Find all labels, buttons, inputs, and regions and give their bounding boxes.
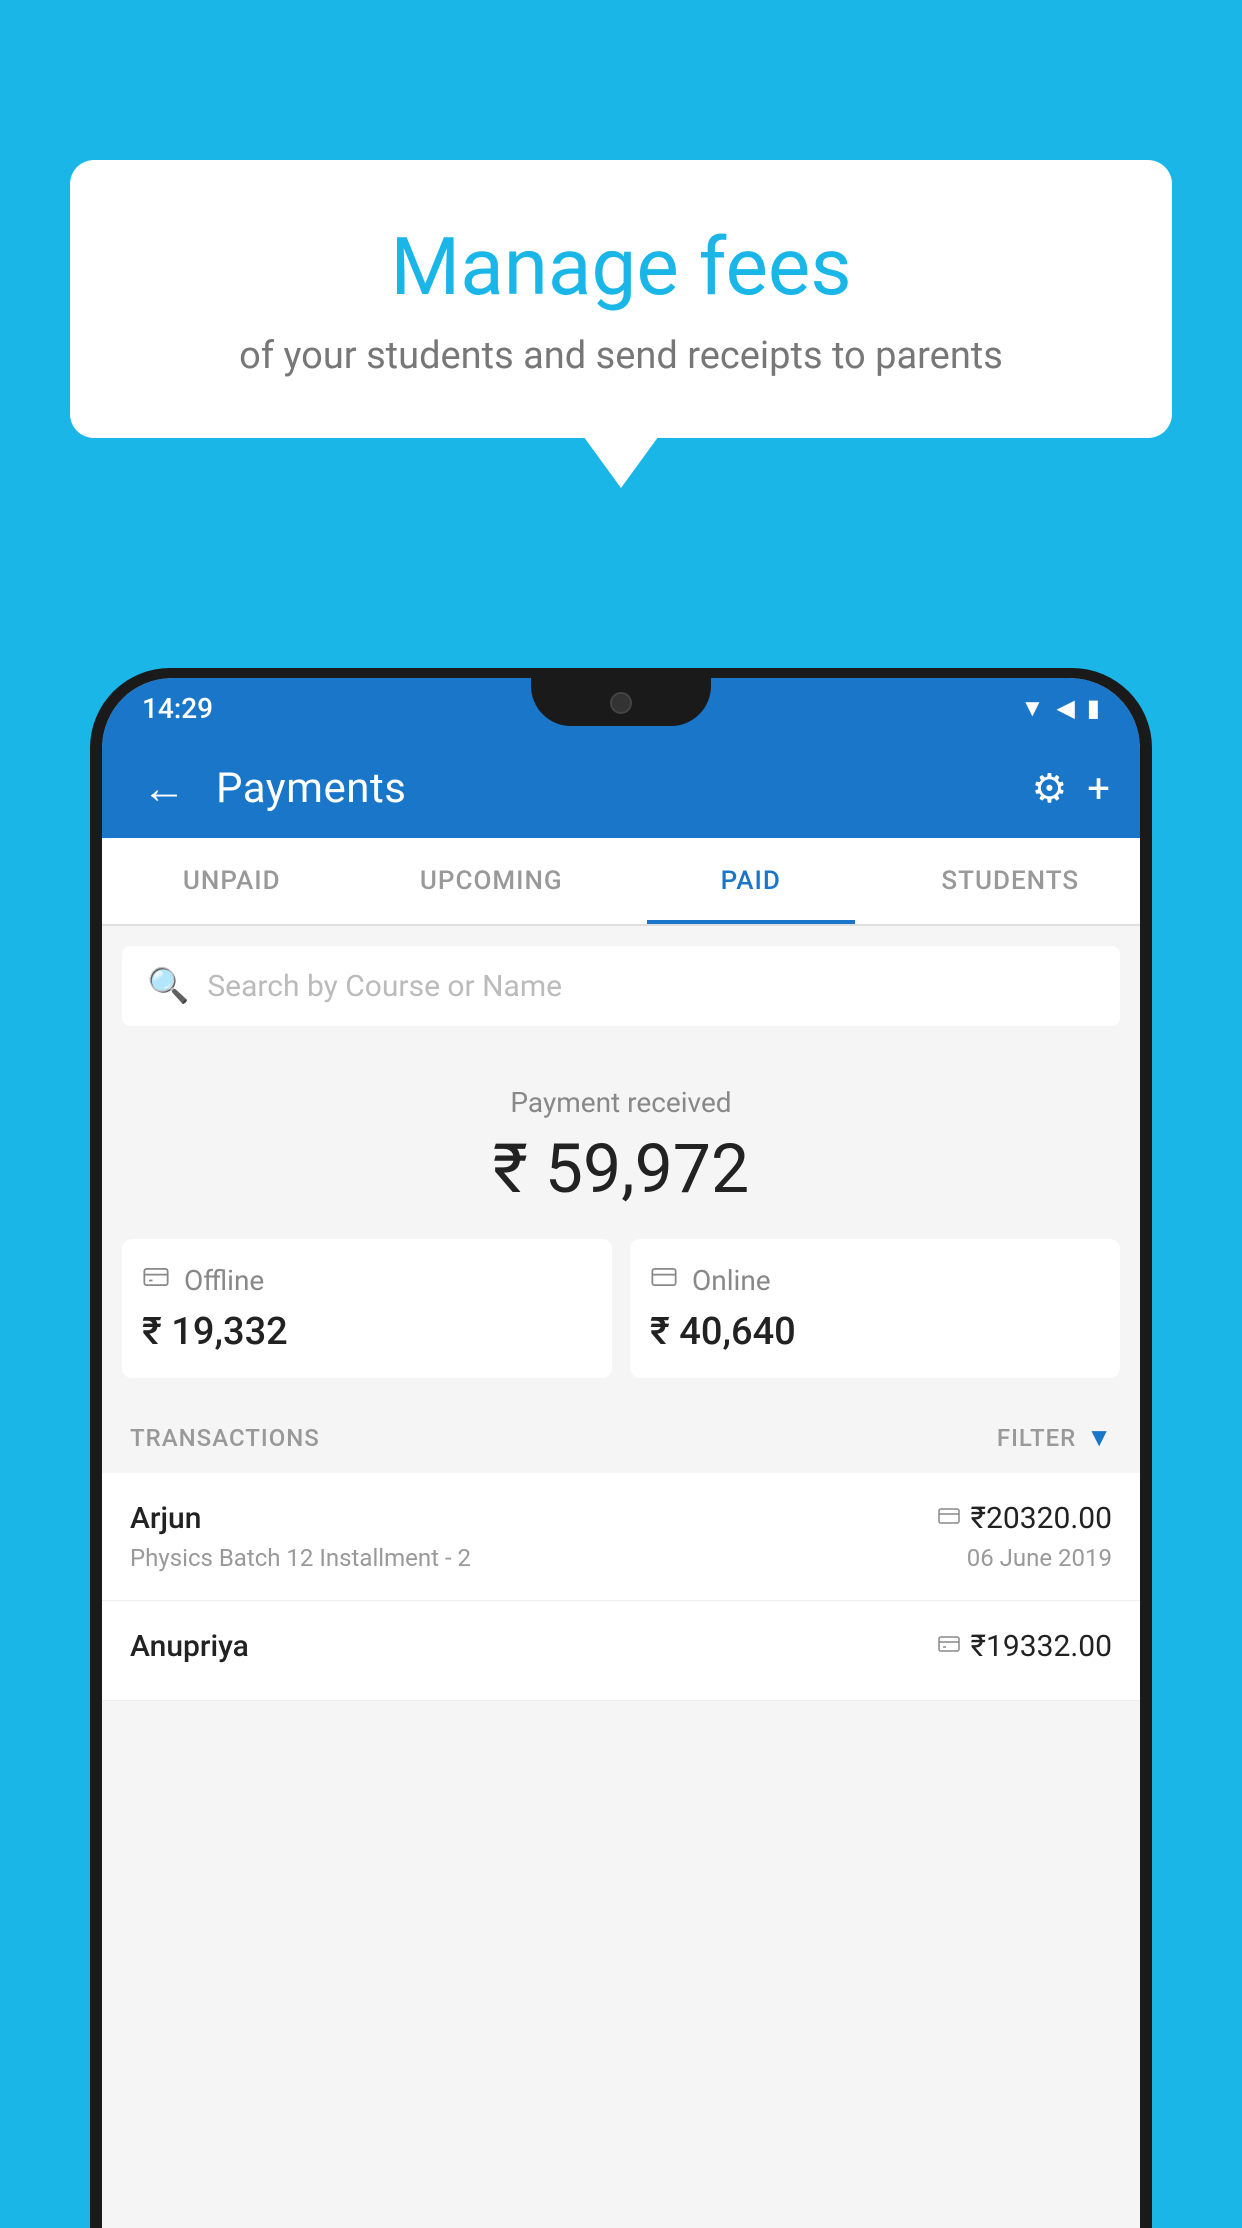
online-card-header: Online bbox=[650, 1263, 1100, 1298]
offline-label: Offline bbox=[184, 1264, 264, 1297]
front-camera bbox=[610, 692, 632, 714]
transactions-header: TRANSACTIONS FILTER ▼ bbox=[102, 1402, 1140, 1473]
filter-button[interactable]: FILTER ▼ bbox=[997, 1422, 1112, 1453]
transaction-top-2: Anupriya ₹19332.00 bbox=[130, 1629, 1112, 1664]
tab-paid[interactable]: PAID bbox=[621, 838, 881, 924]
tab-upcoming[interactable]: UPCOMING bbox=[362, 838, 622, 924]
bubble-subtitle: of your students and send receipts to pa… bbox=[140, 334, 1102, 378]
search-bar[interactable]: 🔍 Search by Course or Name bbox=[122, 946, 1120, 1026]
speech-bubble-container: Manage fees of your students and send re… bbox=[70, 160, 1172, 438]
status-icons: ▼ ◀ ▮ bbox=[1021, 694, 1100, 723]
back-button[interactable]: ← bbox=[132, 752, 196, 824]
tx-icon-1 bbox=[937, 1504, 961, 1534]
offline-card: Offline ₹ 19,332 bbox=[122, 1239, 612, 1378]
search-placeholder: Search by Course or Name bbox=[207, 969, 562, 1004]
tab-unpaid[interactable]: UNPAID bbox=[102, 838, 362, 924]
tx-icon-2 bbox=[937, 1632, 961, 1662]
bubble-title: Manage fees bbox=[140, 220, 1102, 314]
tx-date-1: 06 June 2019 bbox=[967, 1544, 1112, 1572]
wifi-icon: ▼ bbox=[1021, 694, 1045, 723]
filter-icon: ▼ bbox=[1086, 1422, 1112, 1453]
online-card: Online ₹ 40,640 bbox=[630, 1239, 1120, 1378]
add-button[interactable]: + bbox=[1087, 765, 1110, 812]
student-name-1: Arjun bbox=[130, 1501, 201, 1536]
offline-icon bbox=[142, 1263, 170, 1298]
signal-icon: ◀ bbox=[1056, 694, 1074, 722]
amount-area-1: ₹20320.00 bbox=[937, 1501, 1112, 1536]
tab-students[interactable]: STUDENTS bbox=[881, 838, 1141, 924]
transaction-row[interactable]: Arjun ₹20320.00 Physics bbox=[102, 1473, 1140, 1601]
phone-inner: 14:29 ▼ ◀ ▮ ← Payments ⚙ + UNPAID bbox=[102, 678, 1140, 2228]
payment-cards: Offline ₹ 19,332 Online bbox=[102, 1239, 1140, 1402]
amount-area-2: ₹19332.00 bbox=[937, 1629, 1112, 1664]
online-label: Online bbox=[692, 1264, 771, 1297]
phone-frame: 14:29 ▼ ◀ ▮ ← Payments ⚙ + UNPAID bbox=[90, 668, 1152, 2228]
course-info-1: Physics Batch 12 Installment - 2 bbox=[130, 1544, 471, 1572]
student-name-2: Anupriya bbox=[130, 1629, 249, 1664]
phone-content: 14:29 ▼ ◀ ▮ ← Payments ⚙ + UNPAID bbox=[102, 678, 1140, 2228]
transaction-bottom-1: Physics Batch 12 Installment - 2 06 June… bbox=[130, 1544, 1112, 1572]
payment-label: Payment received bbox=[122, 1086, 1120, 1119]
offline-amount: ₹ 19,332 bbox=[142, 1310, 592, 1354]
payment-summary: Payment received ₹ 59,972 bbox=[102, 1046, 1140, 1239]
status-time: 14:29 bbox=[142, 692, 213, 725]
search-icon: 🔍 bbox=[147, 966, 189, 1006]
tx-amount-2: ₹19332.00 bbox=[971, 1629, 1112, 1664]
tabs-bar: UNPAID UPCOMING PAID STUDENTS bbox=[102, 838, 1140, 926]
app-bar: ← Payments ⚙ + bbox=[102, 738, 1140, 838]
app-bar-actions: ⚙ + bbox=[1031, 765, 1110, 812]
phone-notch bbox=[531, 678, 711, 726]
transactions-label: TRANSACTIONS bbox=[130, 1424, 320, 1452]
filter-label: FILTER bbox=[997, 1424, 1076, 1452]
online-amount: ₹ 40,640 bbox=[650, 1310, 1100, 1354]
speech-bubble: Manage fees of your students and send re… bbox=[70, 160, 1172, 438]
settings-button[interactable]: ⚙ bbox=[1031, 765, 1067, 812]
battery-icon: ▮ bbox=[1087, 694, 1100, 722]
payment-amount: ₹ 59,972 bbox=[122, 1129, 1120, 1209]
transaction-row-2[interactable]: Anupriya ₹19332.00 bbox=[102, 1601, 1140, 1701]
transaction-top-1: Arjun ₹20320.00 bbox=[130, 1501, 1112, 1536]
offline-card-header: Offline bbox=[142, 1263, 592, 1298]
tx-amount-1: ₹20320.00 bbox=[971, 1501, 1112, 1536]
app-title: Payments bbox=[216, 764, 1011, 813]
online-icon bbox=[650, 1263, 678, 1298]
content-area: 🔍 Search by Course or Name Payment recei… bbox=[102, 926, 1140, 2228]
